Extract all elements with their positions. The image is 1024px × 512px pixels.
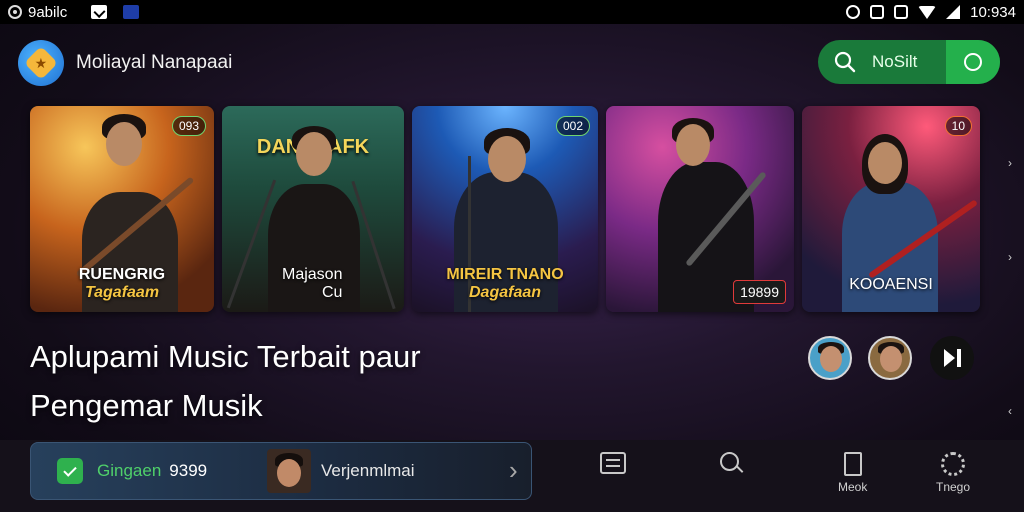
headline-line-1: Aplupami Music Terbait paur <box>30 339 421 374</box>
nav-book-label: Meok <box>838 480 868 494</box>
card-subtitle: Cu <box>322 284 343 301</box>
app-icon <box>123 5 140 19</box>
play-next-button[interactable] <box>930 336 974 380</box>
nav-search[interactable] <box>720 452 742 474</box>
avatar[interactable] <box>808 336 852 380</box>
chevron-right-icon[interactable]: › <box>1008 156 1012 170</box>
card-label: KOOAENSI <box>802 276 980 294</box>
status-left-text: 9abilc <box>28 3 68 21</box>
nav-settings[interactable]: Tnego <box>936 452 970 494</box>
list-icon <box>600 452 626 474</box>
card-badge: 093 <box>171 116 206 136</box>
app-title: Moliayal Nanapaai <box>76 52 233 73</box>
chevron-left-icon[interactable]: ‹ <box>1008 404 1012 418</box>
search-label: NoSilt <box>872 52 918 71</box>
card-badge: 002 <box>555 116 590 136</box>
card-badge: 10 <box>944 116 972 136</box>
card-label: Majason Cu <box>222 266 404 302</box>
now-playing-label: Gingaen <box>97 461 162 480</box>
check-icon <box>91 5 108 19</box>
check-icon[interactable] <box>57 458 83 484</box>
chevron-right-icon[interactable]: › <box>1008 250 1012 264</box>
play-icon <box>943 349 955 367</box>
headline-line-2: Pengemar Musik <box>30 388 263 423</box>
card-title: MIREIR TNANO <box>446 266 564 283</box>
gear-icon <box>941 452 966 476</box>
card-title: KOOAENSI <box>849 276 933 293</box>
avatar[interactable] <box>868 336 912 380</box>
signal-icon <box>946 5 961 19</box>
app-header: ★ Moliayal Nanapaai <box>18 40 232 86</box>
circle-icon <box>964 53 982 71</box>
lock-icon <box>894 5 909 19</box>
now-playing-count: 9399 <box>169 461 208 480</box>
chevron-right-icon[interactable]: › <box>509 455 518 486</box>
card-title: Majason <box>282 266 343 283</box>
status-bar: 9abilc 10:934 <box>0 0 1024 24</box>
search-button[interactable]: NoSilt <box>818 40 1000 84</box>
card-subtitle: Tagafaam <box>84 284 160 301</box>
artist-card[interactable]: 002 MIREIR TNANO Dagafaan <box>412 106 598 312</box>
alarm-icon <box>846 5 861 19</box>
artist-card[interactable]: 093 RUENGRIG Tagafaam <box>30 106 214 312</box>
card-title: RUENGRIG <box>78 266 166 283</box>
nfc-icon <box>870 5 885 19</box>
search-icon <box>818 40 872 84</box>
document-icon <box>843 452 862 476</box>
record-icon <box>8 5 22 19</box>
star-badge-icon[interactable]: ★ <box>18 40 64 86</box>
card-label: MIREIR TNANO Dagafaan <box>412 266 598 302</box>
artist-card[interactable]: 10 KOOAENSI <box>802 106 980 312</box>
clock: 10:934 <box>970 3 1016 21</box>
track-thumbnail <box>267 449 311 493</box>
search-icon <box>720 452 742 474</box>
artist-card[interactable]: DANI MAFK Majason Cu <box>222 106 404 312</box>
card-subtitle: Dagafaan <box>468 284 542 301</box>
now-playing-title: Verjenmlmai <box>321 461 415 480</box>
nav-list[interactable] <box>600 452 626 474</box>
nav-settings-label: Tnego <box>936 480 971 494</box>
card-label: RUENGRIG Tagafaam <box>30 266 214 302</box>
wifi-icon <box>918 5 937 19</box>
now-playing-bar[interactable]: Gingaen 9399 Verjenmlmai › <box>30 442 532 500</box>
nav-book[interactable]: Meok <box>838 452 867 494</box>
toggle-button[interactable] <box>946 40 1000 84</box>
card-price: 19899 <box>733 280 786 304</box>
artist-card[interactable]: 19899 <box>606 106 794 312</box>
page-headline: Aplupami Music Terbait paur Pengemar Mus… <box>30 332 421 430</box>
